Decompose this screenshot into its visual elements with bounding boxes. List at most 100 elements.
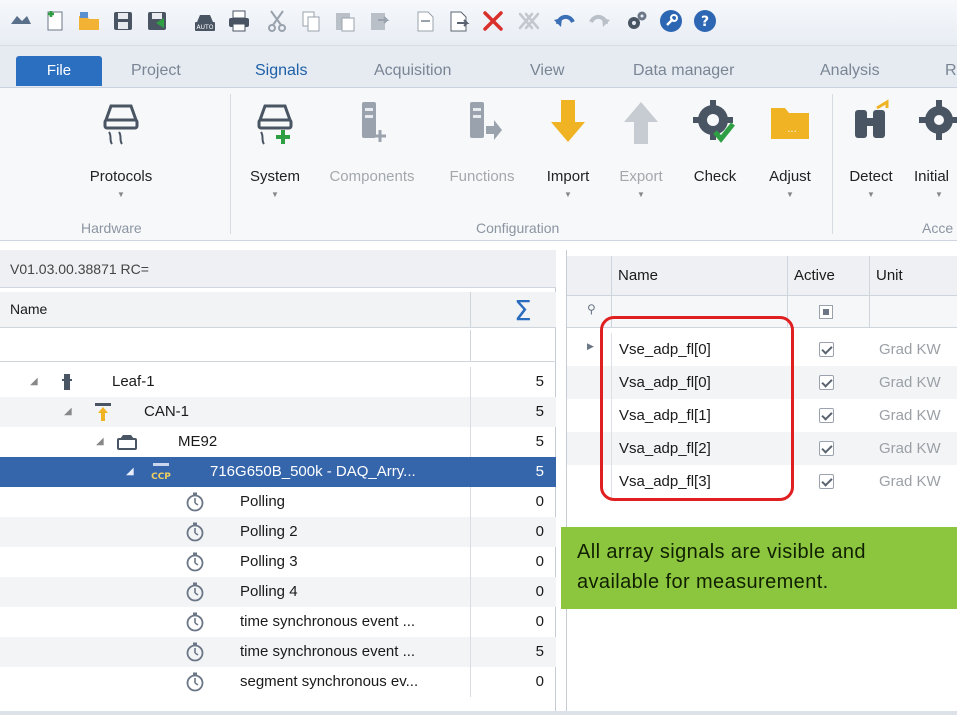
binoculars-icon	[855, 99, 889, 138]
grid-filter-row[interactable]: ⚲	[567, 296, 957, 328]
tree-row[interactable]: ◢ Leaf-1 5	[0, 367, 556, 397]
active-checkbox[interactable]	[819, 342, 834, 357]
tree-row[interactable]: time synchronous event ... 5	[0, 637, 556, 667]
copy-icon[interactable]	[296, 6, 326, 36]
auto-icon[interactable]: AUTO	[190, 6, 220, 36]
tree-item-count: 0	[470, 547, 550, 577]
column-header-unit[interactable]: Unit	[869, 256, 957, 296]
svg-text:?: ?	[701, 14, 709, 30]
tab-view[interactable]: View	[530, 54, 564, 88]
tree-item-count: 5	[470, 397, 550, 427]
functions-label: Functions	[449, 168, 515, 185]
delete-icon[interactable]	[478, 6, 508, 36]
protocols-label: Protocols	[89, 168, 153, 185]
svg-text:...: ...	[787, 124, 797, 135]
tab-overflow[interactable]: R	[945, 54, 957, 88]
active-checkbox[interactable]	[819, 474, 834, 489]
can-bus-icon	[95, 403, 111, 421]
gear-icon	[919, 100, 957, 140]
expand-arrow-icon[interactable]: ◢	[30, 367, 38, 397]
settings-gears-icon[interactable]	[622, 6, 652, 36]
tree-item-count: 5	[470, 367, 550, 397]
redo-icon[interactable]	[584, 6, 614, 36]
tree-row[interactable]: ◢ ME92 5	[0, 427, 556, 457]
tree-row[interactable]: time synchronous event ... 0	[0, 607, 556, 637]
ecu-icon	[117, 435, 137, 450]
system-button[interactable]: System ▼	[240, 98, 310, 199]
filter-active-checkbox[interactable]	[819, 305, 833, 319]
tree-item-count: 0	[470, 487, 550, 517]
tab-data-manager[interactable]: Data manager	[633, 54, 734, 88]
document-export-icon[interactable]	[444, 6, 474, 36]
tab-file[interactable]: File	[16, 56, 102, 86]
column-divider	[611, 296, 612, 328]
new-file-icon[interactable]	[40, 6, 70, 36]
column-divider	[869, 296, 870, 328]
tree-row[interactable]: Polling 2 0	[0, 517, 556, 547]
functions-button[interactable]: Functions	[440, 98, 524, 198]
app-menu-icon[interactable]	[6, 6, 36, 36]
check-button[interactable]: Check	[684, 98, 746, 198]
column-header-active[interactable]: Active	[787, 256, 869, 296]
import-label: Import	[546, 168, 590, 185]
undo-icon[interactable]	[550, 6, 580, 36]
tree-row[interactable]: segment synchronous ev... 0	[0, 667, 556, 697]
open-folder-icon[interactable]	[74, 6, 104, 36]
tools-icon[interactable]	[656, 6, 686, 36]
grid-row[interactable]: ▶ Vse_adp_fl[0] Grad KW	[567, 333, 957, 366]
delete-all-icon[interactable]	[514, 6, 544, 36]
export-button[interactable]: Export ▼	[608, 98, 674, 199]
ribbon-tab-bar: File Project Signals Acquisition View Da…	[0, 46, 957, 88]
detect-button[interactable]: Detect ▼	[840, 98, 902, 199]
tree-row[interactable]: Polling 4 0	[0, 577, 556, 607]
expand-arrow-icon[interactable]: ◢	[96, 427, 104, 457]
tab-analysis[interactable]: Analysis	[820, 54, 880, 88]
sigma-icon[interactable]: Σ	[514, 294, 532, 327]
column-divider	[611, 432, 612, 465]
tree-item-label: Polling 3	[240, 553, 298, 570]
active-checkbox[interactable]	[819, 375, 834, 390]
cut-icon[interactable]	[262, 6, 292, 36]
expand-arrow-icon[interactable]: ◢	[126, 457, 134, 487]
active-checkbox[interactable]	[819, 408, 834, 423]
filter-pin-icon[interactable]: ⚲	[587, 302, 596, 316]
grid-row[interactable]: Vsa_adp_fl[2] Grad KW	[567, 432, 957, 465]
adjust-button[interactable]: ... Adjust ▼	[758, 98, 822, 199]
active-checkbox[interactable]	[819, 441, 834, 456]
expand-arrow-icon[interactable]: ◢	[64, 397, 72, 427]
help-icon[interactable]: ?	[690, 6, 720, 36]
document-icon[interactable]	[410, 6, 440, 36]
tree-row[interactable]: ◢ CAN-1 5	[0, 397, 556, 427]
initial-button[interactable]: Initial ▼	[908, 98, 957, 199]
export-arrow-icon	[624, 102, 658, 144]
tree-filter-row[interactable]	[0, 330, 556, 362]
column-header-name[interactable]: Name	[611, 256, 787, 296]
signal-unit: Grad KW	[879, 473, 941, 490]
tab-acquisition[interactable]: Acquisition	[374, 54, 451, 88]
components-button[interactable]: Components	[320, 98, 424, 198]
group-divider	[832, 94, 833, 234]
paste-icon[interactable]	[330, 6, 360, 36]
tree-row[interactable]: Polling 3 0	[0, 547, 556, 577]
components-icon	[362, 102, 386, 142]
components-label: Components	[329, 168, 415, 185]
paste-special-icon[interactable]	[364, 6, 394, 36]
save-as-icon[interactable]	[142, 6, 172, 36]
print-icon[interactable]	[224, 6, 254, 36]
tree-row-selected[interactable]: ◢ CCP 716G650B_500k - DAQ_Arry... 5	[0, 457, 556, 487]
stopwatch-icon	[186, 492, 204, 512]
tab-project[interactable]: Project	[131, 54, 181, 88]
protocols-button[interactable]: Protocols ▼	[78, 98, 164, 199]
import-button[interactable]: Import ▼	[536, 98, 600, 199]
grid-row[interactable]: Vsa_adp_fl[1] Grad KW	[567, 399, 957, 432]
tree-item-label: time synchronous event ...	[240, 613, 416, 630]
tab-signals[interactable]: Signals	[255, 54, 307, 88]
grid-row[interactable]: Vsa_adp_fl[0] Grad KW	[567, 366, 957, 399]
tree-row[interactable]: Polling 0	[0, 487, 556, 517]
save-icon[interactable]	[108, 6, 138, 36]
grid-row[interactable]: Vsa_adp_fl[3] Grad KW	[567, 465, 957, 498]
tree-header: Name Σ	[0, 292, 556, 328]
tree-item-count: 5	[470, 457, 550, 487]
column-header-name[interactable]: Name	[10, 301, 47, 317]
current-row-indicator-icon: ▶	[587, 341, 594, 351]
